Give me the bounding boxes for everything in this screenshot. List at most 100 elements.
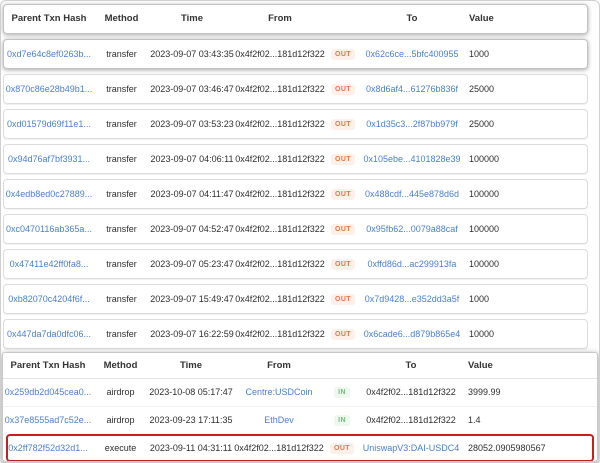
direction-cell: OUT	[325, 189, 361, 200]
overlay-table-body: 0x259db2d045cea0...airdrop2023-10-08 05:…	[3, 379, 597, 462]
txn-hash-link[interactable]: 0xb82070c4204f6f...	[4, 295, 94, 304]
time-cell: 2023-09-07 03:53:23	[149, 120, 235, 129]
txn-hash-link[interactable]: 0x2ff782f52d32d1...	[3, 444, 93, 453]
direction-badge-out: OUT	[331, 224, 355, 235]
to-link[interactable]: 0x62c6ce...5bfc400955	[361, 50, 463, 59]
from-cell: 0x4f2f02...181d12f322	[235, 155, 325, 164]
txn-hash-link[interactable]: 0xc0470116ab365a...	[4, 225, 94, 234]
time-cell: 2023-09-07 16:22:59	[149, 330, 235, 339]
table-row: 0x870c86e28b49b1...transfer2023-09-07 03…	[3, 74, 588, 104]
value-cell: 1000	[463, 50, 573, 59]
to-link[interactable]: 0x105ebe...4101828e39	[361, 155, 463, 164]
direction-badge-out: OUT	[330, 443, 354, 454]
txn-hash-link[interactable]: 0x47411e42ff0fa8...	[4, 260, 94, 269]
column-header-hash: Parent Txn Hash	[3, 361, 93, 371]
value-cell: 100000	[463, 190, 573, 199]
to-link[interactable]: 0x6cade6...d879b865e4	[361, 330, 463, 339]
method-cell: transfer	[94, 155, 149, 164]
table-row: 0x2ff782f52d32d1...execute2023-09-11 04:…	[3, 434, 597, 462]
to-link[interactable]: 0x95fb62...0079a88caf	[361, 225, 463, 234]
value-cell: 100000	[463, 225, 573, 234]
table-row: 0x94d76af7bf3931...transfer2023-09-07 04…	[3, 144, 588, 174]
column-header-time: Time	[148, 361, 234, 371]
txn-hash-link[interactable]: 0xd01579d69f11e1...	[4, 120, 94, 129]
to-link[interactable]: 0x488cdf...445e878d6d	[361, 190, 463, 199]
txn-hash-link[interactable]: 0x447da7da0dfc06...	[4, 330, 94, 339]
value-cell: 100000	[463, 155, 573, 164]
overlay-table-header-row: Parent Txn HashMethodTimeFromToValue	[3, 353, 597, 379]
to-link[interactable]: 0x8d6af4...61276b836f	[361, 85, 463, 94]
value-cell: 100000	[463, 260, 573, 269]
method-cell: transfer	[94, 225, 149, 234]
from-cell: 0x4f2f02...181d12f322	[235, 260, 325, 269]
direction-cell: OUT	[325, 119, 361, 130]
time-cell: 2023-09-07 05:23:47	[149, 260, 235, 269]
value-cell: 3999.99	[462, 388, 572, 397]
direction-badge-out: OUT	[331, 329, 355, 340]
txn-hash-link[interactable]: 0xd7e64c8ef0263b...	[4, 50, 94, 59]
value-cell: 1000	[463, 295, 573, 304]
direction-badge-out: OUT	[331, 294, 355, 305]
method-cell: airdrop	[93, 388, 148, 397]
column-header-to: To	[360, 361, 462, 371]
from-cell: 0x4f2f02...181d12f322	[235, 330, 325, 339]
value-cell: 10000	[463, 330, 573, 339]
to-link[interactable]: UniswapV3:DAI-USDC4	[360, 444, 462, 453]
to-link[interactable]: 0x7d9428...e352dd3a5f	[361, 295, 463, 304]
column-header-from: From	[235, 14, 325, 24]
direction-cell: OUT	[325, 329, 361, 340]
txn-hash-link[interactable]: 0x94d76af7bf3931...	[4, 155, 94, 164]
from-link[interactable]: EthDev	[234, 416, 324, 425]
column-header-time: Time	[149, 14, 235, 24]
from-link[interactable]: Centre:USDCoin	[234, 388, 324, 397]
method-cell: transfer	[94, 260, 149, 269]
time-cell: 2023-09-07 03:43:35	[149, 50, 235, 59]
direction-cell: OUT	[325, 154, 361, 165]
from-cell: 0x4f2f02...181d12f322	[235, 120, 325, 129]
method-cell: transfer	[94, 120, 149, 129]
direction-badge-out: OUT	[331, 84, 355, 95]
time-cell: 2023-09-23 17:11:35	[148, 416, 234, 425]
to-cell: 0x4f2f02...181d12f322	[360, 388, 462, 397]
column-header-method: Method	[93, 361, 148, 371]
table-row: 0x4edb8ed0c27889...transfer2023-09-07 04…	[3, 179, 588, 209]
direction-badge-in: IN	[334, 415, 350, 426]
transactions-table-main: Parent Txn HashMethodTimeFromToValue 0xd…	[3, 4, 588, 389]
direction-badge-out: OUT	[331, 189, 355, 200]
to-link[interactable]: 0x1d35c3...2f87bb979f	[361, 120, 463, 129]
direction-badge-out: OUT	[331, 259, 355, 270]
direction-cell: OUT	[324, 443, 360, 454]
column-header-value: Value	[463, 14, 573, 24]
to-link[interactable]: 0xffd86d...ac299913fa	[361, 260, 463, 269]
method-cell: transfer	[94, 190, 149, 199]
method-cell: transfer	[94, 50, 149, 59]
txn-hash-link[interactable]: 0x870c86e28b49b1...	[4, 85, 94, 94]
time-cell: 2023-10-08 05:17:47	[148, 388, 234, 397]
from-cell: 0x4f2f02...181d12f322	[235, 85, 325, 94]
to-cell: 0x4f2f02...181d12f322	[360, 416, 462, 425]
method-cell: transfer	[94, 85, 149, 94]
method-cell: airdrop	[93, 416, 148, 425]
column-header-to: To	[361, 14, 463, 24]
direction-cell: OUT	[325, 294, 361, 305]
txn-hash-link[interactable]: 0x259db2d045cea0...	[3, 388, 93, 397]
column-header-from: From	[234, 361, 324, 371]
transactions-table-overlay: Parent Txn HashMethodTimeFromToValue 0x2…	[2, 352, 598, 463]
main-table-body: 0xd7e64c8ef0263b...transfer2023-09-07 03…	[3, 39, 588, 384]
method-cell: transfer	[94, 330, 149, 339]
time-cell: 2023-09-07 04:06:11	[149, 155, 235, 164]
table-row: 0x47411e42ff0fa8...transfer2023-09-07 05…	[3, 249, 588, 279]
direction-badge-out: OUT	[331, 119, 355, 130]
from-cell: 0x4f2f02...181d12f322	[235, 295, 325, 304]
direction-cell: OUT	[325, 224, 361, 235]
txn-hash-link[interactable]: 0x4edb8ed0c27889...	[4, 190, 94, 199]
method-cell: transfer	[94, 295, 149, 304]
time-cell: 2023-09-07 04:11:47	[149, 190, 235, 199]
direction-cell: OUT	[325, 49, 361, 60]
time-cell: 2023-09-11 04:31:11	[148, 444, 234, 453]
table-row: 0x37e8555ad7c52e...airdrop2023-09-23 17:…	[3, 406, 597, 434]
main-table-header-row: Parent Txn HashMethodTimeFromToValue	[3, 4, 588, 34]
direction-badge-out: OUT	[331, 154, 355, 165]
value-cell: 28052.0905980567	[462, 444, 572, 453]
txn-hash-link[interactable]: 0x37e8555ad7c52e...	[3, 416, 93, 425]
